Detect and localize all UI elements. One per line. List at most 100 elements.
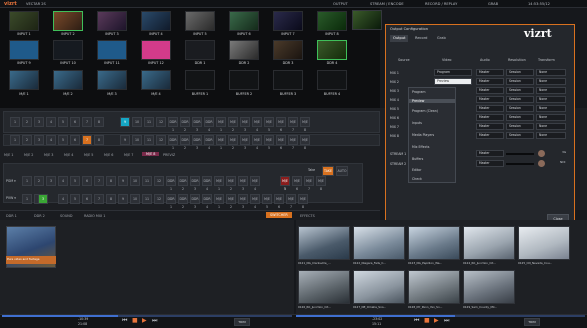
monitor-input-2[interactable] <box>53 11 83 31</box>
preview-button[interactable]: M/E 8 <box>298 194 308 209</box>
switcher-button[interactable]: 12 <box>156 117 166 127</box>
right-trim-button[interactable]: TRIM <box>524 318 540 326</box>
monitor-ddr-3[interactable] <box>273 40 303 60</box>
dropdown-item[interactable]: Editor <box>412 168 421 172</box>
media-thumbnail[interactable] <box>463 226 515 260</box>
switcher-button[interactable]: M/E 8 <box>300 117 310 132</box>
switcher-button[interactable]: DDR 1 <box>168 135 178 150</box>
resolution-select[interactable]: Session <box>506 78 534 85</box>
switcher-button[interactable]: M/E 1 <box>216 135 226 150</box>
previous-icon[interactable]: ⏮ <box>122 317 127 325</box>
program-button[interactable]: 8 <box>106 176 116 186</box>
tab-me-5[interactable]: M/E 5 <box>84 153 93 157</box>
media-thumbnail[interactable] <box>353 270 405 304</box>
resolution-select[interactable]: Session <box>506 87 534 94</box>
program-button[interactable]: 2 <box>34 176 44 186</box>
switcher-button[interactable]: 4 <box>46 135 56 145</box>
switcher-button[interactable]: 8 <box>94 117 104 127</box>
tab-switcher[interactable]: SWITCHER <box>266 212 292 218</box>
monitor-me-4[interactable] <box>141 70 171 90</box>
switcher-button[interactable]: M/E 2 <box>228 117 238 132</box>
video-select[interactable]: Program <box>434 69 472 76</box>
dropdown-item[interactable]: Check <box>412 177 422 181</box>
transform-select[interactable]: None <box>536 69 566 76</box>
switcher-button[interactable]: 3 <box>34 117 44 127</box>
program-label[interactable]: PGM ▾ <box>6 179 16 183</box>
program-button[interactable]: M/E 8 <box>316 176 326 191</box>
video-select[interactable]: Preview <box>434 78 472 85</box>
dropdown-item[interactable]: Program <box>412 90 425 94</box>
play-icon[interactable]: ▶ <box>142 317 147 324</box>
preview-button[interactable]: 1 <box>22 194 32 204</box>
auto-button[interactable]: AUTO <box>336 166 348 176</box>
switcher-button[interactable]: M/E 2 <box>228 135 238 150</box>
switcher-button[interactable]: 1 <box>10 117 20 127</box>
monitor-preview[interactable] <box>352 10 382 30</box>
preview-button[interactable]: M/E 3 <box>238 194 248 209</box>
monitor-input-5[interactable] <box>185 11 215 31</box>
program-button[interactable]: 4 <box>58 176 68 186</box>
switcher-button[interactable]: 10 <box>132 135 142 145</box>
tab-radio-mix-1[interactable]: RADIO MIX 1 <box>84 214 105 218</box>
tab-output[interactable]: Output <box>390 35 409 42</box>
switcher-button[interactable]: 5 <box>58 135 68 145</box>
dropdown-item[interactable]: Mix Effects <box>412 145 429 149</box>
tab-ddr-2[interactable]: DDR 2 <box>34 214 45 218</box>
preview-button[interactable]: 12 <box>154 194 164 204</box>
preview-button[interactable]: M/E 6 <box>274 194 284 209</box>
switcher-button[interactable]: 2 <box>22 117 32 127</box>
tab-me-6[interactable]: M/E 6 <box>104 153 113 157</box>
preview-button[interactable]: DDR 3 <box>190 194 200 209</box>
preview-button[interactable]: 9 <box>118 194 128 204</box>
transform-select[interactable]: None <box>536 114 566 121</box>
tab-previz[interactable]: PREVIZ <box>163 153 175 157</box>
preview-button[interactable]: DDR 1 <box>166 194 176 209</box>
audio-select[interactable]: Master <box>476 132 504 139</box>
media-thumbnail[interactable] <box>353 226 405 260</box>
monitor-input-9[interactable] <box>9 40 39 60</box>
program-button[interactable]: 12 <box>154 176 164 186</box>
take-button[interactable]: TAKE <box>322 166 334 176</box>
program-button[interactable]: M/E 3 <box>238 176 248 191</box>
menu-record-replay[interactable]: RECORD / REPLAY <box>425 2 457 6</box>
monitor-input-12[interactable] <box>141 40 171 60</box>
previous-icon[interactable]: ⏮ <box>414 317 419 325</box>
audio-select[interactable]: Master <box>476 105 504 112</box>
resolution-select[interactable]: Session <box>506 123 534 130</box>
switcher-button[interactable]: DDR 1 <box>168 117 178 132</box>
switcher-button[interactable]: M/E 7 <box>288 135 298 150</box>
transform-select[interactable]: None <box>536 78 566 85</box>
preview-button[interactable]: 6 <box>82 194 92 204</box>
tab-record[interactable]: Record <box>412 35 430 42</box>
transform-select[interactable]: None <box>536 123 566 130</box>
menu-grab[interactable]: GRAB <box>488 2 498 6</box>
program-button[interactable]: 3 <box>46 176 56 186</box>
tab-me-2[interactable]: M/E 2 <box>24 153 33 157</box>
switcher-button[interactable]: 6 <box>70 117 80 127</box>
monitor-input-10[interactable] <box>53 40 83 60</box>
switcher-button[interactable]: M/E 3 <box>240 117 250 132</box>
monitor-ddr-4[interactable] <box>317 40 347 60</box>
audio-select[interactable]: Master <box>476 96 504 103</box>
switcher-button[interactable]: 7 <box>82 117 92 127</box>
switcher-button[interactable]: M/E 1 <box>216 117 226 132</box>
preview-button[interactable]: M/E 1 <box>214 194 224 209</box>
monitor-input-3[interactable] <box>97 11 127 31</box>
tab-me-4[interactable]: M/E 4 <box>64 153 73 157</box>
monitor-ddr-2[interactable] <box>229 40 259 60</box>
dropdown-item-selected[interactable]: Preview <box>409 99 455 103</box>
monitor-buffer-2[interactable] <box>229 70 259 90</box>
monitor-input-11[interactable] <box>97 40 127 60</box>
switcher-button-active[interactable]: 9 <box>120 117 130 127</box>
switcher-button[interactable]: M/E 4 <box>252 135 262 150</box>
program-button[interactable]: M/E 2 <box>226 176 236 191</box>
stop-icon[interactable]: ■ <box>132 317 138 324</box>
preview-button[interactable]: 8 <box>106 194 116 204</box>
preview-button[interactable]: 5 <box>70 194 80 204</box>
audio-select[interactable]: Master <box>476 78 504 85</box>
program-button[interactable]: 7 <box>94 176 104 186</box>
monitor-buffer-1[interactable] <box>185 70 215 90</box>
switcher-button[interactable]: M/E 6 <box>276 117 286 132</box>
media-thumbnail[interactable] <box>408 270 460 304</box>
monitor-input-8[interactable] <box>317 11 347 31</box>
